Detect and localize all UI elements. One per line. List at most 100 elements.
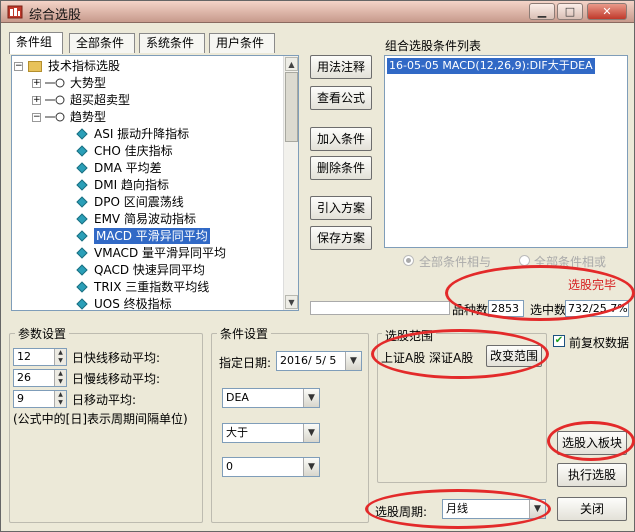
tree-indicator-label: CHO 佳庆指标 <box>94 144 173 158</box>
tab-all-conditions[interactable]: 全部条件 <box>69 33 135 53</box>
selected-count-label: 选中数 <box>530 303 567 317</box>
tree-group-label: 大势型 <box>70 76 107 90</box>
count-value: 2853 <box>488 300 524 317</box>
operator-select-value: 大于 <box>226 426 248 439</box>
tree-scrollbar[interactable]: ▲ ▼ <box>283 56 298 310</box>
change-range-button[interactable]: 改变范围 <box>486 345 542 367</box>
selected-count-value: 732/25.7% <box>565 300 629 317</box>
chevron-down-icon[interactable]: ▼ <box>303 389 319 407</box>
indicator-icon <box>76 196 88 208</box>
period-select[interactable]: 月线 ▼ <box>442 499 546 519</box>
all-or-radio[interactable] <box>519 255 530 266</box>
condition-list-item[interactable]: 16-05-05 MACD(12,26,9):DIF大于DEA <box>387 58 595 74</box>
fast-ma-spinner[interactable]: 12 ▲ ▼ <box>13 348 67 366</box>
view-formula-button[interactable]: 查看公式 <box>310 86 372 110</box>
indicator-icon <box>76 179 88 191</box>
delete-condition-button[interactable]: 删除条件 <box>310 156 372 180</box>
signal-ma-spinner[interactable]: 9 ▲ ▼ <box>13 390 67 408</box>
spin-up-icon[interactable]: ▲ <box>54 349 66 357</box>
scroll-up-icon[interactable]: ▲ <box>285 57 298 71</box>
tree-indicator-label: DMA 平均差 <box>94 161 162 175</box>
tree-group-label: 趋势型 <box>70 110 107 124</box>
spin-down-icon[interactable]: ▼ <box>54 378 66 386</box>
tree-indicator-label: EMV 简易波动指标 <box>94 212 196 226</box>
params-group-title: 参数设置 <box>15 325 70 342</box>
add-condition-button[interactable]: 加入条件 <box>310 127 372 151</box>
execute-selection-button[interactable]: 执行选股 <box>557 463 627 487</box>
slow-ma-value: 26 <box>17 371 31 384</box>
spin-down-icon[interactable]: ▼ <box>54 399 66 407</box>
tab-condition-group[interactable]: 条件组 <box>9 32 63 54</box>
chevron-down-icon[interactable]: ▼ <box>303 424 319 442</box>
import-plan-button[interactable]: 引入方案 <box>310 196 372 220</box>
tree-indicator-label: ASI 振动升降指标 <box>94 127 190 141</box>
title-bar[interactable]: 综合选股 ▁ □ ✕ <box>1 1 634 23</box>
close-button[interactable]: 关闭 <box>557 497 627 521</box>
indicator-icon <box>76 230 88 242</box>
all-and-radio[interactable] <box>403 255 414 266</box>
line-select[interactable]: DEA ▼ <box>222 388 320 408</box>
collapse-icon[interactable]: − <box>32 113 41 122</box>
tree-indicator-label: DPO 区间震荡线 <box>94 195 184 209</box>
period-label: 选股周期: <box>375 505 428 519</box>
tab-system-conditions[interactable]: 系统条件 <box>139 33 205 53</box>
window: 综合选股 ▁ □ ✕ 条件组 全部条件 系统条件 用户条件 − 技术指标选股 +… <box>0 0 635 532</box>
condition-list-title: 组合选股条件列表 <box>385 39 482 53</box>
date-value: 2016/ 5/ 5 <box>280 354 337 367</box>
chevron-down-icon[interactable]: ▼ <box>303 458 319 476</box>
selection-done-status: 选股完毕 <box>568 278 617 292</box>
fast-ma-label: 日快线移动平均: <box>72 351 161 365</box>
tree-indicator-label: UOS 终极指标 <box>94 297 172 311</box>
value-select-value: 0 <box>226 460 233 473</box>
save-plan-button[interactable]: 保存方案 <box>310 226 372 250</box>
usage-notes-button[interactable]: 用法注释 <box>310 55 372 79</box>
tab-user-conditions[interactable]: 用户条件 <box>209 33 275 53</box>
chevron-down-icon[interactable]: ▼ <box>529 500 545 518</box>
tree-indicator-label: MACD 平滑异同平均 <box>94 228 210 244</box>
condition-settings-title: 条件设置 <box>217 325 272 342</box>
indicator-tree[interactable]: − 技术指标选股 + 大势型 + 超买超卖型 − 趋势型 ASI 振动升降指标 C… <box>11 55 299 311</box>
indicator-icon <box>76 128 88 140</box>
indicator-icon <box>76 281 88 293</box>
add-to-board-button[interactable]: 选股入板块 <box>557 431 627 455</box>
pre-restore-label: 前复权数据 <box>569 336 630 350</box>
spin-up-icon[interactable]: ▲ <box>54 370 66 378</box>
condition-list[interactable]: 16-05-05 MACD(12,26,9):DIF大于DEA <box>384 55 628 248</box>
value-select[interactable]: 0 ▼ <box>222 457 320 477</box>
indicator-icon <box>76 213 88 225</box>
app-icon <box>7 5 23 19</box>
progress-bar <box>310 301 450 315</box>
line-select-value: DEA <box>226 391 249 404</box>
date-picker[interactable]: 2016/ 5/ 5 ▼ <box>276 351 362 371</box>
tree-indicator-label: VMACD 量平滑异同平均 <box>94 246 226 260</box>
key-icon <box>45 78 65 88</box>
indicator-icon <box>76 264 88 276</box>
scroll-down-icon[interactable]: ▼ <box>285 295 298 309</box>
slow-ma-label: 日慢线移动平均: <box>72 372 161 386</box>
spin-down-icon[interactable]: ▼ <box>54 357 66 365</box>
window-title: 综合选股 <box>29 8 82 23</box>
folder-icon <box>28 61 42 72</box>
signal-ma-label: 日移动平均: <box>72 393 137 407</box>
tree-root-label: 技术指标选股 <box>48 59 121 73</box>
spin-up-icon[interactable]: ▲ <box>54 391 66 399</box>
close-window-button[interactable]: ✕ <box>587 3 627 20</box>
indicator-icon <box>76 298 88 310</box>
scroll-thumb[interactable] <box>285 72 298 142</box>
signal-ma-value: 9 <box>17 392 24 405</box>
expand-icon[interactable]: + <box>32 79 41 88</box>
chevron-down-icon[interactable]: ▼ <box>345 352 361 370</box>
minimize-button[interactable]: ▁ <box>529 3 555 20</box>
tree-indicator-label: QACD 快速异同平均 <box>94 263 205 277</box>
slow-ma-spinner[interactable]: 26 ▲ ▼ <box>13 369 67 387</box>
period-select-value: 月线 <box>446 502 468 515</box>
tree-group-label: 超买超卖型 <box>70 93 131 107</box>
indicator-icon <box>76 145 88 157</box>
collapse-icon[interactable]: − <box>14 62 23 71</box>
key-icon <box>45 112 65 122</box>
operator-select[interactable]: 大于 ▼ <box>222 423 320 443</box>
pre-restore-checkbox[interactable]: ✔ <box>553 335 565 347</box>
expand-icon[interactable]: + <box>32 96 41 105</box>
range-text: 上证A股 深证A股 <box>381 351 474 365</box>
maximize-button[interactable]: □ <box>557 3 583 20</box>
